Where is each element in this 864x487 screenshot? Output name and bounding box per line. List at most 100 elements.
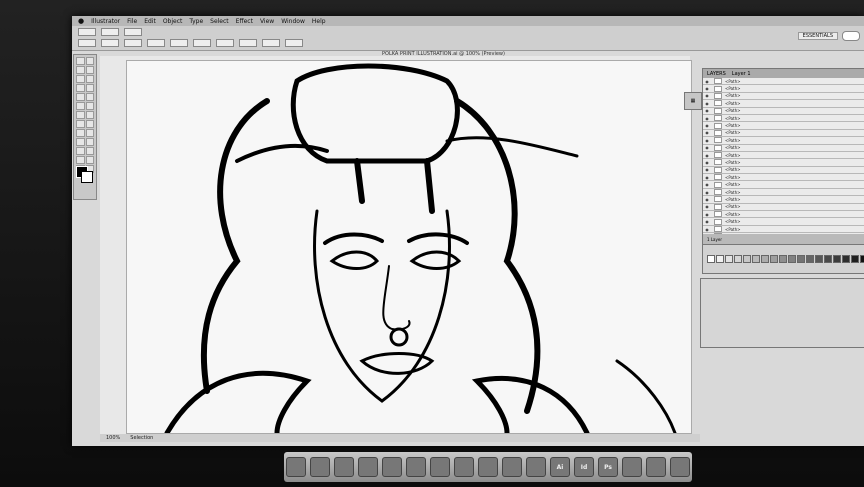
layer-row[interactable]: ◉ <Path> bbox=[703, 211, 864, 219]
brush-dropdown[interactable] bbox=[147, 39, 165, 47]
menu-edit[interactable]: Edit bbox=[144, 18, 156, 25]
dock-photos-icon[interactable] bbox=[646, 457, 666, 477]
collapsed-panel-icon[interactable]: ▦ bbox=[684, 92, 702, 110]
layer-row[interactable]: ◉ <Path> bbox=[703, 129, 864, 138]
visibility-eye-icon[interactable]: ◉ bbox=[703, 86, 711, 91]
visibility-eye-icon[interactable]: ◉ bbox=[703, 101, 711, 106]
color-swatch[interactable] bbox=[815, 255, 823, 263]
color-swatch[interactable] bbox=[734, 255, 742, 263]
dock-ps-icon[interactable]: Ps bbox=[598, 457, 618, 477]
visibility-eye-icon[interactable]: ◉ bbox=[703, 93, 711, 98]
dock-system-icon[interactable] bbox=[526, 457, 546, 477]
app-bar-control[interactable] bbox=[78, 28, 96, 36]
blob-brush-tool-icon[interactable] bbox=[76, 102, 85, 110]
color-swatch[interactable] bbox=[788, 255, 796, 263]
layer-row[interactable]: ◉ <Path> bbox=[703, 92, 864, 101]
visibility-eye-icon[interactable]: ◉ bbox=[703, 219, 711, 224]
layer-row[interactable]: ◉ <Path> bbox=[703, 181, 864, 189]
menu-select[interactable]: Select bbox=[210, 18, 229, 25]
visibility-eye-icon[interactable]: ◉ bbox=[703, 197, 711, 202]
layer-row[interactable]: ◉ <Path> bbox=[703, 100, 864, 108]
dock-reader-icon[interactable] bbox=[502, 457, 522, 477]
color-swatch[interactable] bbox=[806, 255, 814, 263]
menu-type[interactable]: Type bbox=[189, 18, 203, 25]
color-swatch[interactable] bbox=[752, 255, 760, 263]
layer-row[interactable]: ◉ <Path> bbox=[703, 225, 864, 234]
graph-tool-icon[interactable] bbox=[85, 129, 94, 137]
warp-tool-icon[interactable] bbox=[76, 120, 85, 128]
layers-tab[interactable]: LAYERS bbox=[707, 71, 726, 77]
zoom-level[interactable]: 100% bbox=[106, 435, 120, 441]
visibility-eye-icon[interactable]: ◉ bbox=[703, 160, 711, 165]
color-swatch[interactable] bbox=[842, 255, 850, 263]
layer-row[interactable]: ◉ <Path> bbox=[703, 144, 864, 152]
layer-row[interactable]: ◉ <Path> bbox=[703, 78, 864, 86]
layer-row[interactable]: ◉ <Path> bbox=[703, 107, 864, 115]
artboard[interactable] bbox=[126, 60, 692, 434]
dock-mail-icon[interactable] bbox=[334, 457, 354, 477]
dock-ical-icon[interactable] bbox=[358, 457, 378, 477]
layer-row[interactable]: ◉ <Path> bbox=[703, 122, 864, 130]
layer-row[interactable]: ◉ <Path> bbox=[703, 203, 864, 212]
y-field[interactable] bbox=[239, 39, 257, 47]
dock-id-icon[interactable]: Id bbox=[574, 457, 594, 477]
visibility-eye-icon[interactable]: ◉ bbox=[703, 138, 711, 143]
visibility-eye-icon[interactable]: ◉ bbox=[703, 145, 711, 150]
layer-row[interactable]: ◉ <Path> bbox=[703, 218, 864, 226]
menu-window[interactable]: Window bbox=[281, 18, 305, 25]
scale-tool-icon[interactable] bbox=[85, 111, 94, 119]
menu-view[interactable]: View bbox=[260, 18, 274, 25]
lasso-tool-icon[interactable] bbox=[85, 66, 94, 74]
menu-object[interactable]: Object bbox=[163, 18, 183, 25]
pen-tool-icon[interactable] bbox=[76, 75, 85, 83]
color-swatch[interactable] bbox=[707, 255, 715, 263]
visibility-eye-icon[interactable]: ◉ bbox=[703, 153, 711, 158]
menu-help[interactable]: Help bbox=[312, 18, 326, 25]
select-tool-icon[interactable] bbox=[76, 57, 85, 65]
magic-wand-tool-icon[interactable] bbox=[76, 66, 85, 74]
width-field[interactable] bbox=[262, 39, 280, 47]
layer-row[interactable]: ◉ <Path> bbox=[703, 137, 864, 145]
search-field[interactable] bbox=[842, 31, 860, 41]
status-mode[interactable]: Selection bbox=[130, 435, 153, 441]
dock-ai-icon[interactable]: Ai bbox=[550, 457, 570, 477]
visibility-eye-icon[interactable]: ◉ bbox=[703, 108, 711, 113]
visibility-eye-icon[interactable]: ◉ bbox=[703, 130, 711, 135]
layer-row[interactable]: ◉ <Path> bbox=[703, 166, 864, 175]
color-swatch[interactable] bbox=[833, 255, 841, 263]
eyedropper-tool-icon[interactable] bbox=[76, 147, 85, 155]
dock-vlc-icon[interactable] bbox=[622, 457, 642, 477]
layer-row[interactable]: ◉ <Path> bbox=[703, 85, 864, 93]
visibility-eye-icon[interactable]: ◉ bbox=[703, 204, 711, 209]
color-swatch[interactable] bbox=[716, 255, 724, 263]
visibility-eye-icon[interactable]: ◉ bbox=[703, 212, 711, 217]
stroke-swatch[interactable] bbox=[101, 39, 119, 47]
height-field[interactable] bbox=[285, 39, 303, 47]
layer-row[interactable]: ◉ <Path> bbox=[703, 188, 864, 197]
color-swatch[interactable] bbox=[851, 255, 859, 263]
mesh-tool-icon[interactable] bbox=[76, 138, 85, 146]
color-swatch[interactable] bbox=[797, 255, 805, 263]
pencil-tool-icon[interactable] bbox=[85, 93, 94, 101]
menu-effect[interactable]: Effect bbox=[236, 18, 253, 25]
rotate-tool-icon[interactable] bbox=[76, 111, 85, 119]
paintbrush-tool-icon[interactable] bbox=[76, 93, 85, 101]
app-bar-control[interactable] bbox=[124, 28, 142, 36]
visibility-eye-icon[interactable]: ◉ bbox=[703, 182, 711, 187]
line-tool-icon[interactable] bbox=[76, 84, 85, 92]
free-transform-tool-icon[interactable] bbox=[85, 120, 94, 128]
dock-trash-icon[interactable] bbox=[670, 457, 690, 477]
stroke-weight-field[interactable] bbox=[124, 39, 142, 47]
canvas-area[interactable] bbox=[100, 56, 692, 434]
visibility-eye-icon[interactable]: ◉ bbox=[703, 227, 711, 232]
layer-row[interactable]: ◉ <Path> bbox=[703, 159, 864, 167]
color-swatch[interactable] bbox=[743, 255, 751, 263]
type-tool-icon[interactable] bbox=[85, 75, 94, 83]
dock-chrome-icon[interactable] bbox=[454, 457, 474, 477]
visibility-eye-icon[interactable]: ◉ bbox=[703, 190, 711, 195]
slice-tool-icon[interactable] bbox=[76, 156, 85, 164]
opacity-field[interactable] bbox=[193, 39, 211, 47]
app-bar-control[interactable] bbox=[101, 28, 119, 36]
dock-preview-icon[interactable] bbox=[406, 457, 426, 477]
layer-row[interactable]: ◉ <Path> bbox=[703, 174, 864, 182]
